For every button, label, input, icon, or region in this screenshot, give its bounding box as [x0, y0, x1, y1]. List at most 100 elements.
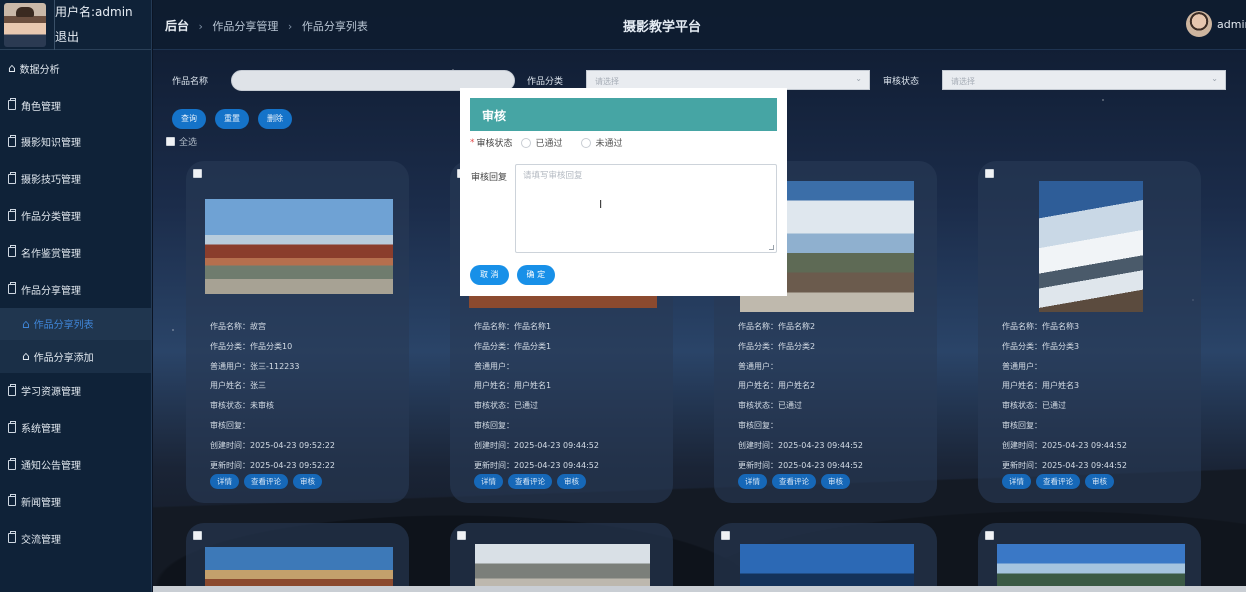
sidebar-item-notices[interactable]: 通知公告管理	[0, 446, 151, 483]
work-image[interactable]	[205, 199, 393, 294]
card-reply: 审核回复：	[1002, 420, 1042, 430]
review-button[interactable]: 审核	[557, 474, 586, 489]
card-realname: 用户姓名：用户姓名1	[474, 381, 552, 391]
status-filter-select[interactable]: 请选择 ⌄	[942, 70, 1226, 90]
work-image[interactable]	[475, 544, 650, 586]
card-user: 普通用户：张三-112233	[210, 361, 300, 371]
logout-link[interactable]: 退出	[55, 25, 133, 50]
user-avatar	[4, 2, 46, 47]
detail-button[interactable]: 详情	[1002, 474, 1031, 489]
work-card: 作品名称：作品名称3 作品分类：作品分类3 普通用户： 用户姓名：用户姓名3 审…	[978, 161, 1201, 503]
sidebar-item-masterpieces[interactable]: 名作鉴赏管理	[0, 234, 151, 271]
card-created: 创建时间：2025-04-23 09:44:52	[1002, 440, 1127, 450]
sidebar-item-label: 数据分析	[19, 64, 60, 76]
review-status-row: * 审核状态 已通过 未通过	[470, 136, 633, 149]
category-filter-select[interactable]: 请选择 ⌄	[586, 70, 870, 90]
text-cursor-icon: I	[599, 198, 603, 211]
review-button[interactable]: 审核	[821, 474, 850, 489]
view-comments-button[interactable]: 查看评论	[508, 474, 552, 489]
work-image[interactable]	[997, 544, 1185, 586]
card-realname: 用户姓名：用户姓名2	[738, 381, 816, 391]
document-icon	[8, 98, 16, 111]
sidebar-menu-2: 学习资源管理 系统管理 通知公告管理 新闻管理 交流管理	[0, 373, 151, 557]
sidebar-item-learning[interactable]: 学习资源管理	[0, 373, 151, 410]
view-comments-button[interactable]: 查看评论	[772, 474, 816, 489]
card-status: 审核状态：已通过	[738, 401, 802, 411]
breadcrumb-root[interactable]: 后台	[165, 19, 189, 33]
sidebar-item-categories[interactable]: 作品分类管理	[0, 197, 151, 234]
card-checkbox[interactable]	[721, 531, 730, 540]
sidebar-item-knowledge[interactable]: 摄影知识管理	[0, 124, 151, 161]
top-avatar[interactable]	[1186, 11, 1212, 37]
sidebar-subitem-label: 作品分享列表	[33, 320, 94, 332]
card-checkbox[interactable]	[193, 531, 202, 540]
breadcrumb-separator-icon: ›	[198, 20, 203, 33]
dialog-buttons: 取 消 确 定	[470, 265, 556, 285]
cancel-button[interactable]: 取 消	[470, 265, 509, 285]
card-updated: 更新时间：2025-04-23 09:52:22	[210, 460, 335, 470]
card-info: 作品名称：作品名称3 作品分类：作品分类3 普通用户： 用户姓名：用户姓名3 审…	[1002, 317, 1127, 475]
sidebar-submenu: ⌂ 作品分享列表 ⌂ 作品分享添加	[0, 307, 151, 373]
sidebar-item-works-sharing[interactable]: 作品分享管理	[0, 271, 151, 308]
sidebar-item-label: 交流管理	[21, 534, 61, 546]
review-button[interactable]: 审核	[293, 474, 322, 489]
user-meta: 用户名:admin 退出	[54, 0, 133, 50]
card-checkbox[interactable]	[457, 531, 466, 540]
radio-pass-label[interactable]: 已通过	[536, 136, 563, 149]
top-bar: 后台 › 作品分享管理 › 作品分享列表 摄影教学平台 admin	[153, 0, 1246, 50]
username-label: 用户名:admin	[55, 4, 133, 19]
platform-title: 摄影教学平台	[623, 20, 702, 35]
sidebar-item-label: 摄影知识管理	[21, 138, 81, 150]
view-comments-button[interactable]: 查看评论	[244, 474, 288, 489]
sidebar-subitem-share-add[interactable]: ⌂ 作品分享添加	[0, 340, 151, 373]
sidebar-item-exchange[interactable]: 交流管理	[0, 520, 151, 557]
name-filter-label: 作品名称	[172, 77, 209, 87]
card-realname: 用户姓名：张三	[210, 381, 266, 391]
radio-fail[interactable]	[580, 137, 591, 148]
delete-button[interactable]: 删除	[258, 109, 292, 129]
horizontal-scrollbar[interactable]	[153, 586, 1246, 592]
radio-fail-label[interactable]: 未通过	[596, 136, 623, 149]
card-checkbox[interactable]	[193, 169, 202, 178]
chevron-down-icon: ⌄	[855, 74, 862, 83]
sidebar-item-techniques[interactable]: 摄影技巧管理	[0, 160, 151, 197]
reset-button[interactable]: 重置	[215, 109, 249, 129]
detail-button[interactable]: 详情	[738, 474, 767, 489]
work-image[interactable]	[1039, 181, 1143, 312]
sidebar-subitem-share-list[interactable]: ⌂ 作品分享列表	[0, 307, 151, 341]
select-all-checkbox[interactable]	[166, 137, 175, 146]
card-info: 作品名称：故宫 作品分类：作品分类10 普通用户：张三-112233 用户姓名：…	[210, 317, 335, 475]
radio-pass[interactable]	[520, 137, 531, 148]
search-button[interactable]: 查询	[172, 109, 206, 129]
card-updated: 更新时间：2025-04-23 09:44:52	[1002, 460, 1127, 470]
sidebar-item-news[interactable]: 新闻管理	[0, 483, 151, 520]
work-image[interactable]	[205, 547, 393, 586]
review-reply-placeholder: 请填写审核回复	[523, 171, 583, 181]
card-actions: 详情 查看评论 审核	[1002, 474, 1114, 489]
home-icon: ⌂	[22, 349, 30, 364]
work-image[interactable]	[740, 544, 914, 586]
detail-button[interactable]: 详情	[474, 474, 503, 489]
sidebar: 用户名:admin 退出 ⌂ 数据分析 角色管理 摄影知识管理 摄影技巧管理 作…	[0, 0, 152, 592]
card-checkbox[interactable]	[985, 531, 994, 540]
card-user: 普通用户：	[738, 361, 778, 371]
sidebar-item-system[interactable]: 系统管理	[0, 409, 151, 446]
review-button[interactable]: 审核	[1085, 474, 1114, 489]
breadcrumb-item[interactable]: 作品分享管理	[212, 20, 278, 33]
card-category: 作品分类：作品分类2	[738, 341, 816, 351]
resize-handle-icon[interactable]	[769, 245, 774, 250]
card-checkbox[interactable]	[985, 169, 994, 178]
sidebar-item-label: 作品分类管理	[21, 212, 81, 224]
confirm-button[interactable]: 确 定	[516, 265, 556, 285]
top-username[interactable]: admin	[1217, 18, 1246, 31]
select-all[interactable]: 全选	[166, 135, 197, 148]
sidebar-item-roles[interactable]: 角色管理	[0, 87, 151, 124]
card-actions: 详情 查看评论 审核	[210, 474, 322, 489]
sidebar-menu: ⌂ 数据分析 角色管理 摄影知识管理 摄影技巧管理 作品分类管理 名作鉴赏管理 …	[0, 50, 151, 308]
view-comments-button[interactable]: 查看评论	[1036, 474, 1080, 489]
category-filter-label: 作品分类	[527, 77, 564, 87]
detail-button[interactable]: 详情	[210, 474, 239, 489]
review-reply-textarea[interactable]: 请填写审核回复	[515, 164, 777, 253]
sidebar-item-data-analysis[interactable]: ⌂ 数据分析	[0, 50, 151, 87]
card-work-name: 作品名称：故宫	[210, 322, 266, 331]
